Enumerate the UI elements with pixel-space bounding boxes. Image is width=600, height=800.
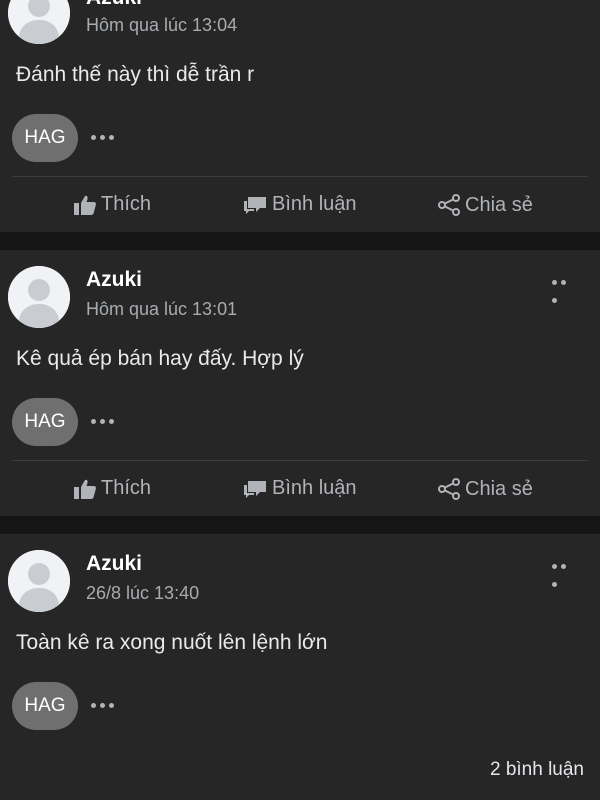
avatar[interactable] (8, 0, 70, 44)
speech-bubbles-icon (244, 480, 266, 498)
tag-chip[interactable]: HAG (12, 682, 78, 730)
comment-count[interactable]: 2 bình luận (490, 759, 584, 781)
more-horizontal-icon[interactable] (552, 274, 578, 304)
share-icon (438, 194, 460, 216)
comment-label: Bình luận (272, 477, 357, 499)
avatar[interactable] (8, 550, 70, 612)
share-button[interactable]: Chia sẻ (437, 193, 533, 217)
like-label: Thích (101, 193, 152, 215)
thumbs-up-icon (74, 195, 96, 215)
divider (12, 176, 588, 177)
comment-button[interactable]: Bình luận (242, 193, 357, 216)
post-card: Azuki Hôm qua lúc 13:04 Đánh thế này thì… (0, 0, 600, 232)
post-card: Azuki 26/8 lúc 13:40 Toàn kê ra xong nuố… (0, 534, 600, 800)
default-avatar-icon (8, 550, 70, 612)
thumbs-up-icon (74, 479, 96, 499)
default-avatar-icon (8, 0, 70, 44)
more-horizontal-icon[interactable] (91, 416, 118, 426)
like-button[interactable]: Thích (73, 477, 151, 500)
post-author[interactable]: Azuki (86, 268, 142, 292)
more-horizontal-icon[interactable] (91, 132, 118, 142)
tag-chip[interactable]: HAG (12, 114, 78, 162)
post-timestamp[interactable]: Hôm qua lúc 13:04 (86, 15, 237, 36)
share-button[interactable]: Chia sẻ (437, 477, 533, 501)
comment-label: Bình luận (272, 193, 357, 215)
speech-bubbles-icon (244, 196, 266, 214)
post-text: Kê quả ép bán hay đấy. Hợp lý (16, 347, 304, 370)
post-text: Toàn kê ra xong nuốt lên lệnh lớn (16, 631, 328, 654)
post-card: Azuki Hôm qua lúc 13:01 Kê quả ép bán ha… (0, 250, 600, 516)
more-horizontal-icon[interactable] (552, 558, 578, 588)
share-label: Chia sẻ (465, 477, 533, 500)
post-author[interactable]: Azuki (86, 552, 142, 576)
avatar[interactable] (8, 266, 70, 328)
post-timestamp[interactable]: 26/8 lúc 13:40 (86, 583, 199, 604)
post-text: Đánh thế này thì dễ trần r (16, 63, 255, 86)
post-timestamp[interactable]: Hôm qua lúc 13:01 (86, 299, 237, 320)
tag-chip[interactable]: HAG (12, 398, 78, 446)
comment-button[interactable]: Bình luận (242, 477, 357, 500)
more-horizontal-icon[interactable] (91, 700, 118, 710)
post-author[interactable]: Azuki (86, 0, 142, 10)
like-button[interactable]: Thích (73, 193, 151, 216)
divider (12, 460, 588, 461)
share-label: Chia sẻ (465, 193, 533, 216)
default-avatar-icon (8, 266, 70, 328)
like-label: Thích (101, 477, 152, 499)
share-icon (438, 478, 460, 500)
